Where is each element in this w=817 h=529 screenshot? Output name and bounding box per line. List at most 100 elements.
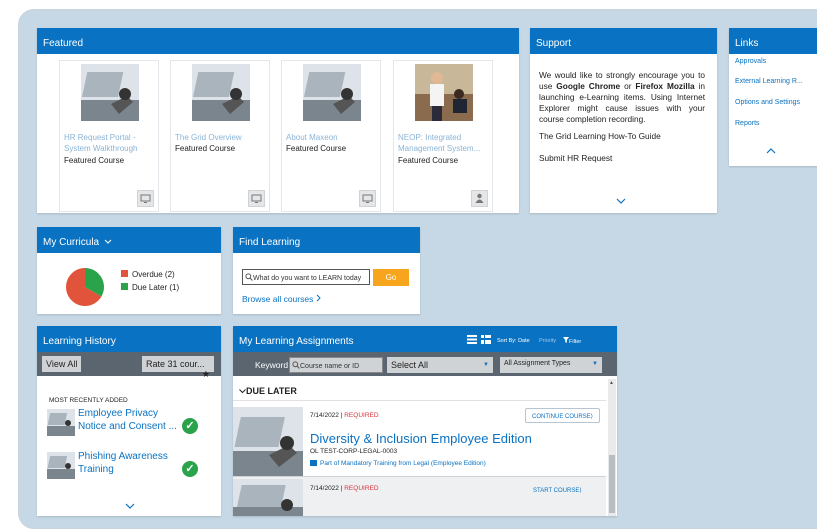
course-thumbnail: [192, 64, 250, 121]
completed-check-icon: ✓: [182, 418, 198, 434]
caret-down-icon: ▼: [483, 362, 489, 368]
keyword-label: Keyword: [255, 360, 289, 370]
how-to-guide-link[interactable]: The Grid Learning How-To Guide: [539, 131, 661, 141]
legend-overdue: Overdue (2): [121, 269, 175, 279]
featured-tile-1[interactable]: HR Request Portal - System Walkthrough F…: [59, 60, 159, 212]
course-thumbnail: [233, 479, 303, 516]
select-all-dropdown[interactable]: Select All ▼: [387, 357, 493, 373]
completed-check-icon: ✓: [182, 461, 198, 477]
history-item-2[interactable]: Phishing Awareness Training ✓: [37, 449, 221, 481]
featured-tile-2[interactable]: The Grid Overview Featured Course: [170, 60, 270, 212]
link-reports[interactable]: Reports: [735, 120, 760, 127]
course-thumbnail: [415, 64, 473, 121]
featured-header: Featured: [37, 28, 519, 54]
continue-course-button[interactable]: CONTINUE COURSE⟩: [525, 408, 600, 423]
keyword-search-input[interactable]: Course name or ID: [289, 357, 383, 373]
app-frame: Featured HR Request Portal - System Walk…: [18, 9, 817, 529]
history-item-title[interactable]: Phishing Awareness: [78, 451, 168, 462]
chevron-down-icon: [104, 239, 112, 244]
featured-type: Featured Course: [398, 156, 459, 165]
history-item-title-line2[interactable]: Notice and Consent ...: [78, 421, 177, 432]
scrollbar-thumb: [609, 455, 615, 513]
submit-hr-request-link[interactable]: Submit HR Request: [539, 153, 612, 163]
filter-button[interactable]: Filter: [563, 337, 581, 345]
chevron-right-icon: ⟩: [579, 488, 582, 494]
featured-panel: Featured HR Request Portal - System Walk…: [37, 28, 519, 213]
elearning-icon[interactable]: [137, 190, 154, 207]
course-thumbnail: [233, 407, 303, 477]
find-learning-header: Find Learning: [233, 227, 420, 253]
featured-tile-4[interactable]: NEOP: Integrated Management System... Fe…: [393, 60, 493, 212]
chevron-down-icon: [239, 389, 246, 394]
legend-swatch-overdue: [121, 270, 128, 277]
search-icon: [245, 273, 253, 281]
assignment-meta: 7/14/2022 | REQUIRED: [310, 412, 379, 419]
history-item-title-line2[interactable]: Training: [78, 464, 114, 475]
featured-type: Featured Course: [64, 156, 125, 165]
featured-tile-3[interactable]: About Maxeon Featured Course: [281, 60, 381, 212]
search-icon: [292, 361, 300, 369]
course-thumbnail: [81, 64, 139, 121]
assignment-row-2[interactable]: 7/14/2022 | REQUIRED START COURSE⟩: [233, 476, 606, 516]
support-panel: Support We would like to strongly encour…: [530, 28, 717, 213]
view-all-button[interactable]: View All: [42, 356, 82, 372]
find-learning-panel: Find Learning What do you want to LEARN …: [233, 227, 420, 314]
detail-view-icon[interactable]: [481, 335, 491, 346]
course-thumbnail: [303, 64, 361, 121]
assignment-title[interactable]: Diversity & Inclusion Employee Edition: [310, 431, 532, 446]
firefox-highlight: Firefox Mozilla: [635, 81, 695, 91]
chevron-down-icon[interactable]: [616, 196, 626, 207]
links-panel: Links Approvals External Learning R... O…: [729, 28, 817, 166]
course-thumbnail: [47, 452, 75, 479]
history-item-1[interactable]: Employee Privacy Notice and Consent ... …: [37, 406, 221, 438]
scrollbar-up-arrow: ▲: [609, 380, 614, 386]
assignments-scrollbar[interactable]: ▲: [608, 379, 616, 516]
browse-all-courses-link[interactable]: Browse all courses: [242, 294, 322, 304]
elearning-icon[interactable]: [248, 190, 265, 207]
curricula-panel: My Curricula Overdue (2) Due Later (1): [37, 227, 221, 314]
caret-down-icon: ▼: [592, 361, 598, 367]
assignment-types-dropdown[interactable]: All Assignment Types ▼: [500, 357, 602, 373]
elearning-icon[interactable]: [359, 190, 376, 207]
featured-title[interactable]: The Grid Overview: [175, 132, 267, 143]
go-button[interactable]: Go: [373, 269, 409, 286]
learning-assignments-panel: My Learning Assignments Sort By: Date Pr…: [233, 326, 617, 516]
learning-search-input[interactable]: What do you want to LEARN today: [242, 269, 370, 285]
assignment-row-1[interactable]: 7/14/2022 | REQUIRED CONTINUE COURSE⟩ Di…: [233, 400, 606, 477]
start-course-button[interactable]: START COURSE⟩: [533, 487, 582, 494]
group-due-later[interactable]: DUE LATER: [239, 386, 297, 396]
curricula-header[interactable]: My Curricula: [37, 227, 221, 253]
star-icon: ★: [201, 369, 210, 379]
sort-priority[interactable]: Priority: [539, 338, 556, 344]
sort-by-date[interactable]: Sort By: Date: [497, 338, 530, 344]
links-header: Links: [729, 28, 817, 54]
legend-swatch-due-later: [121, 283, 128, 290]
chrome-highlight: Google Chrome: [556, 81, 621, 91]
featured-type: Featured Course: [175, 144, 236, 153]
learning-history-panel: Learning History View All Rate 31 cour..…: [37, 326, 221, 516]
chevron-up-icon[interactable]: [766, 146, 776, 157]
history-item-title[interactable]: Employee Privacy: [78, 408, 158, 419]
course-thumbnail: [47, 409, 75, 436]
chevron-down-icon[interactable]: [125, 501, 135, 511]
instructor-led-icon[interactable]: [471, 190, 488, 207]
featured-title[interactable]: HR Request Portal -: [64, 132, 156, 143]
featured-title-line2[interactable]: Management System...: [398, 143, 490, 154]
featured-title[interactable]: NEOP: Integrated: [398, 132, 490, 143]
support-header: Support: [530, 28, 717, 54]
rate-courses-button[interactable]: Rate 31 cour... ★: [142, 356, 214, 379]
chevron-right-icon: [316, 294, 321, 302]
featured-title-line2[interactable]: System Walkthrough: [64, 143, 156, 154]
featured-title[interactable]: About Maxeon: [286, 132, 378, 143]
assignment-code: OL TEST-CORP-LEGAL-0003: [310, 448, 398, 455]
list-view-icon[interactable]: [467, 335, 477, 346]
assignment-meta: 7/14/2022 | REQUIRED: [310, 485, 379, 492]
link-options-settings[interactable]: Options and Settings: [735, 99, 800, 106]
curriculum-link[interactable]: Part of Mandatory Training from Legal (E…: [310, 460, 486, 467]
chevron-right-icon: ⟩: [590, 414, 593, 420]
link-approvals[interactable]: Approvals: [735, 58, 766, 65]
link-external-learning[interactable]: External Learning R...: [735, 78, 803, 85]
curricula-pie-chart[interactable]: [65, 267, 105, 307]
assignments-header: My Learning Assignments: [233, 326, 617, 352]
folder-icon: [310, 460, 317, 466]
